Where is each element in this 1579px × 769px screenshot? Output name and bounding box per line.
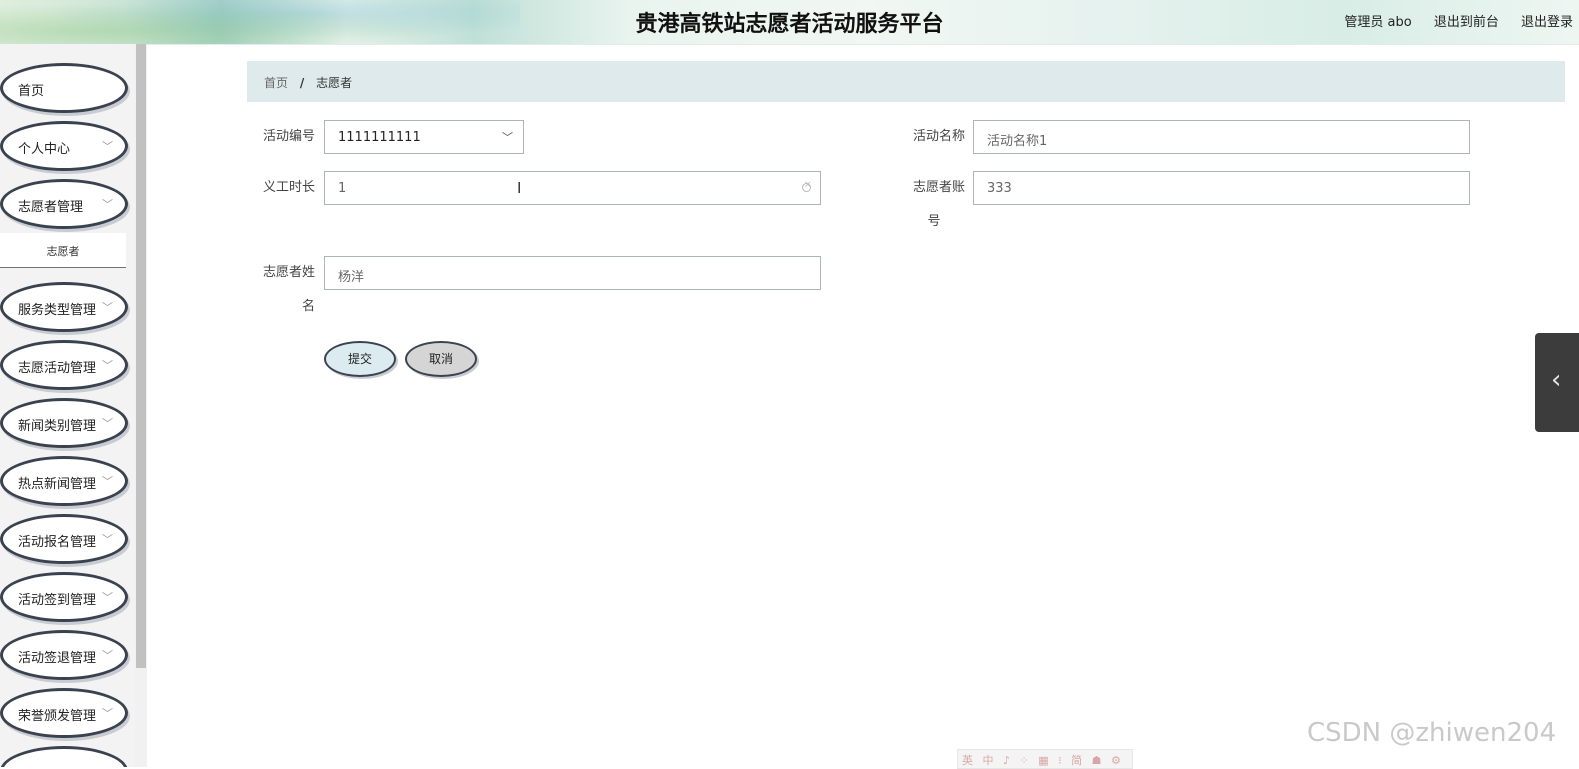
name-field[interactable]: 杨洋 xyxy=(324,256,821,290)
name-label-wrap: 名 xyxy=(301,299,315,314)
chevron-down-icon: ﹀ xyxy=(102,475,113,488)
submenu-item-label: 志愿者 xyxy=(46,245,80,258)
breadcrumb-current: 志愿者 xyxy=(316,76,353,90)
text-cursor-icon: I xyxy=(517,179,522,197)
hours-field[interactable]: 1 xyxy=(324,171,821,205)
sidebar-item-label: 志愿者管理 xyxy=(18,200,84,215)
sidebar-item-label: 服务类型管理 xyxy=(18,303,97,318)
sidebar-item-label: 首页 xyxy=(18,84,45,99)
logout-link[interactable]: 退出登录 xyxy=(1521,15,1573,30)
name-label: 志愿者姓 xyxy=(262,265,315,280)
sidebar-item-personal-center[interactable]: 个人中心 ﹀ xyxy=(0,121,128,171)
top-header: 贵港高铁站志愿者活动服务平台 管理员 abo 退出到前台 退出登录 xyxy=(0,0,1579,45)
chevron-down-icon: ﹀ xyxy=(102,301,113,314)
chevron-down-icon: ﹀ xyxy=(102,417,113,430)
sidebar-item-volunteer-management[interactable]: 志愿者管理 ﹀ xyxy=(0,179,128,229)
sidebar-item-signout-management[interactable]: 活动签退管理 ﹀ xyxy=(0,630,128,680)
breadcrumb-separator: / xyxy=(299,76,305,90)
sidebar-item-label: 活动签退管理 xyxy=(18,651,97,666)
activity-name-value: 活动名称1 xyxy=(987,134,1048,149)
clear-icon[interactable] xyxy=(802,180,812,192)
sidebar-item-honor-management[interactable]: 荣誉颁发管理 ﹀ xyxy=(0,688,128,738)
back-to-front-link[interactable]: 退出到前台 xyxy=(1434,15,1499,30)
sidebar-item-label: 荣誉颁发管理 xyxy=(18,709,97,724)
sidebar-item-hot-news-management[interactable]: 热点新闻管理 ﹀ xyxy=(0,456,128,506)
breadcrumb-home-link[interactable]: 首页 xyxy=(264,76,288,90)
name-value: 杨洋 xyxy=(338,270,365,285)
activity-no-select[interactable]: 1111111111 ﹀ xyxy=(324,120,524,154)
chevron-down-icon: ﹀ xyxy=(102,359,113,372)
header-links: 管理员 abo 退出到前台 退出登录 xyxy=(1344,11,1579,30)
activity-name-field[interactable]: 活动名称1 xyxy=(973,120,1470,154)
sidebar-item-more[interactable] xyxy=(0,746,128,767)
sidebar-item-activity-management[interactable]: 志愿活动管理 ﹀ xyxy=(0,340,128,390)
current-user: 管理员 abo xyxy=(1344,15,1412,30)
watermark: CSDN @zhiwen204 xyxy=(1307,718,1557,748)
cancel-button[interactable]: 取消 xyxy=(405,341,477,377)
sidebar-scrollbar-thumb[interactable] xyxy=(136,44,146,668)
account-label-wrap: 号 xyxy=(927,214,941,229)
chevron-down-icon: ﹀ xyxy=(102,591,113,604)
ime-toolbar[interactable]: 英 中 ♪ ⁘ ▦ ⁝ 简 ☗ ⚙ xyxy=(957,749,1133,769)
chevron-down-icon: ﹀ xyxy=(102,707,113,720)
site-title: 贵港高铁站志愿者活动服务平台 xyxy=(635,12,944,37)
chevron-down-icon: ﹀ xyxy=(102,198,113,211)
sidebar-item-label: 新闻类别管理 xyxy=(18,419,97,434)
sidebar-item-signin-management[interactable]: 活动签到管理 ﹀ xyxy=(0,572,128,622)
sidebar-item-label: 活动签到管理 xyxy=(18,593,97,608)
sidebar-item-label: 个人中心 xyxy=(18,142,71,157)
ime-toolbar-icons: 英 中 ♪ ⁘ ▦ ⁝ 简 ☗ ⚙ xyxy=(962,754,1124,767)
chevron-down-icon: ﹀ xyxy=(502,131,513,144)
sidebar: 首页 个人中心 ﹀ 志愿者管理 ﹀ 志愿者 服务类型管理 ﹀ 志愿活动管理 ﹀ … xyxy=(0,44,147,767)
hours-label: 义工时长 xyxy=(262,180,315,195)
activity-name-label: 活动名称 xyxy=(912,129,965,144)
chevron-down-icon: ﹀ xyxy=(102,140,113,153)
sidebar-item-news-category-management[interactable]: 新闻类别管理 ﹀ xyxy=(0,398,128,448)
account-field[interactable]: 333 xyxy=(973,171,1470,205)
submenu-item-volunteer[interactable]: 志愿者 xyxy=(0,233,126,268)
hours-value: 1 xyxy=(338,181,347,196)
breadcrumb: 首页 / 志愿者 xyxy=(247,61,1565,102)
activity-no-label: 活动编号 xyxy=(262,129,315,144)
sidebar-item-registration-management[interactable]: 活动报名管理 ﹀ xyxy=(0,514,128,564)
activity-no-value: 1111111111 xyxy=(338,130,421,145)
account-label: 志愿者账 xyxy=(912,180,965,195)
chevron-left-icon: ‹ xyxy=(1551,365,1562,395)
submit-button[interactable]: 提交 xyxy=(324,341,396,377)
sidebar-item-label: 热点新闻管理 xyxy=(18,477,97,492)
sidebar-item-label: 志愿活动管理 xyxy=(18,361,97,376)
sidebar-item-service-type-management[interactable]: 服务类型管理 ﹀ xyxy=(0,282,128,332)
drawer-toggle-button[interactable]: ‹ xyxy=(1535,333,1579,432)
account-value: 333 xyxy=(987,181,1012,196)
sidebar-item-home[interactable]: 首页 xyxy=(0,63,128,113)
chevron-down-icon: ﹀ xyxy=(102,649,113,662)
sidebar-item-label: 活动报名管理 xyxy=(18,535,97,550)
chevron-down-icon: ﹀ xyxy=(102,533,113,546)
